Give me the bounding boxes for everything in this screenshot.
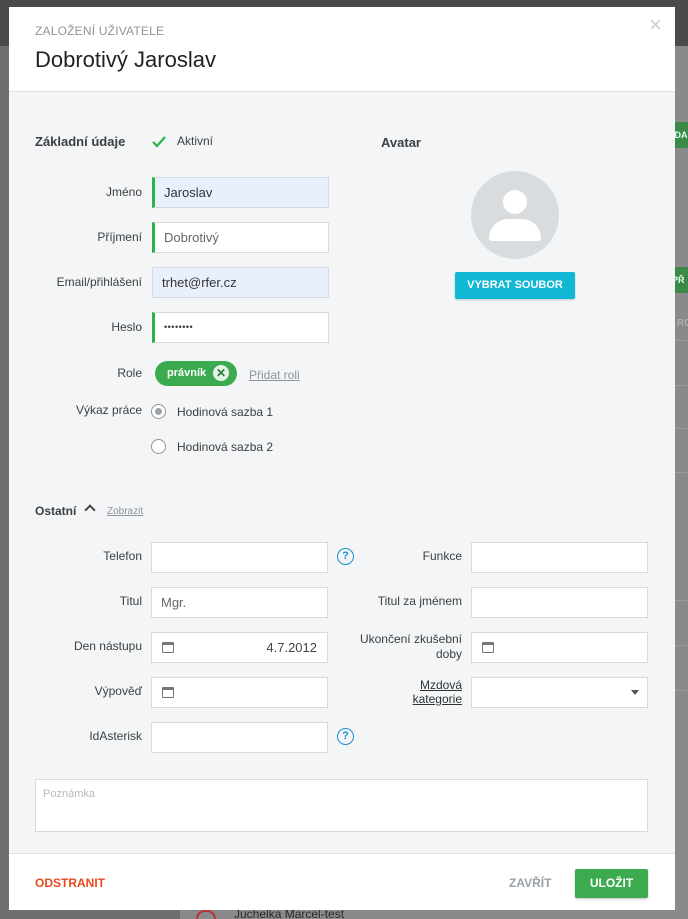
dialog-footer: ODSTRANIT ZAVŘÍT ULOŽIT xyxy=(9,853,675,910)
password-value: •••••••• xyxy=(164,322,194,332)
last-name-label: Příjmení xyxy=(97,230,142,244)
title-field[interactable]: Mgr. xyxy=(151,587,328,618)
help-icon[interactable]: ? xyxy=(337,548,354,565)
calendar-icon[interactable] xyxy=(482,642,494,653)
notice-label: Výpověď xyxy=(94,684,142,698)
role-chip-label: právník xyxy=(167,367,207,379)
note-placeholder: Poznámka xyxy=(43,788,95,800)
probation-end-field[interactable] xyxy=(471,632,648,663)
note-textarea[interactable]: Poznámka xyxy=(35,779,648,832)
password-label: Heslo xyxy=(111,320,142,334)
user-icon-body xyxy=(489,219,541,241)
remove-role-icon[interactable]: ✕ xyxy=(213,365,229,381)
function-field[interactable] xyxy=(471,542,648,573)
background-text: RO xyxy=(677,318,688,329)
dialog-header: ZALOŽENÍ UŽIVATELE Dobrotivý Jaroslav × xyxy=(9,7,675,92)
email-field[interactable]: trhet@rfer.cz xyxy=(152,267,329,298)
chevron-down-icon xyxy=(631,690,639,695)
save-button[interactable]: ULOŽIT xyxy=(575,869,648,898)
work-report-radio-1[interactable] xyxy=(151,404,166,419)
last-name-field[interactable]: Dobrotivý xyxy=(152,222,329,253)
active-label: Aktivní xyxy=(177,134,214,148)
help-icon[interactable]: ? xyxy=(337,728,354,745)
title-label: Titul xyxy=(119,594,142,608)
delete-button[interactable]: ODSTRANIT xyxy=(35,876,105,890)
user-icon-head xyxy=(503,190,527,214)
asterisk-label: IdAsterisk xyxy=(89,729,142,743)
probation-end-label: Ukončení zkušební doby xyxy=(359,632,462,661)
avatar-heading: Avatar xyxy=(381,135,421,150)
other-heading: Ostatní xyxy=(35,504,77,518)
close-button[interactable]: ZAVŘÍT xyxy=(509,876,551,890)
role-label: Role xyxy=(117,366,142,380)
title-after-label: Titul za jménem xyxy=(377,594,462,608)
title-after-field[interactable] xyxy=(471,587,648,618)
last-name-value: Dobrotivý xyxy=(164,230,219,245)
work-report-option-2: Hodinová sazba 2 xyxy=(177,440,274,454)
email-value: trhet@rfer.cz xyxy=(162,275,237,290)
toggle-link[interactable]: Zobrazit xyxy=(107,506,143,517)
function-label: Funkce xyxy=(422,549,462,563)
avatar xyxy=(471,171,559,259)
phone-label: Telefon xyxy=(103,549,142,563)
close-icon[interactable]: × xyxy=(649,12,662,38)
basic-info-heading: Základní údaje xyxy=(35,134,126,149)
check-icon[interactable] xyxy=(152,135,166,149)
role-chip: právník ✕ xyxy=(155,361,237,386)
background-logo-icon xyxy=(196,910,216,919)
start-date-label: Den nástupu xyxy=(73,639,142,653)
first-name-field[interactable]: Jaroslav xyxy=(152,177,329,208)
work-report-radio-2[interactable] xyxy=(151,439,166,454)
start-date-field[interactable]: 4.7.2012 xyxy=(151,632,328,663)
work-report-option-1: Hodinová sazba 1 xyxy=(177,405,274,419)
work-report-label: Výkaz práce xyxy=(75,403,142,417)
first-name-value: Jaroslav xyxy=(164,185,213,200)
email-label: Email/přihlášení xyxy=(56,275,142,289)
first-name-label: Jméno xyxy=(105,185,142,199)
calendar-icon[interactable] xyxy=(162,687,174,698)
wage-category-link[interactable]: Mzdová kategorie xyxy=(339,678,462,706)
phone-field[interactable] xyxy=(151,542,328,573)
notice-field[interactable] xyxy=(151,677,328,708)
dialog-subtitle: ZALOŽENÍ UŽIVATELE xyxy=(35,24,165,38)
asterisk-field[interactable] xyxy=(151,722,328,753)
calendar-icon[interactable] xyxy=(162,642,174,653)
choose-file-button[interactable]: VYBRAT SOUBOR xyxy=(455,272,575,299)
password-field[interactable]: •••••••• xyxy=(152,312,329,343)
create-user-dialog: ZALOŽENÍ UŽIVATELE Dobrotivý Jaroslav × … xyxy=(9,7,675,910)
add-role-link[interactable]: Přidat roli xyxy=(249,368,300,382)
dialog-title: Dobrotivý Jaroslav xyxy=(35,47,216,72)
chevron-up-icon[interactable] xyxy=(84,504,96,516)
wage-category-select[interactable] xyxy=(471,677,648,708)
